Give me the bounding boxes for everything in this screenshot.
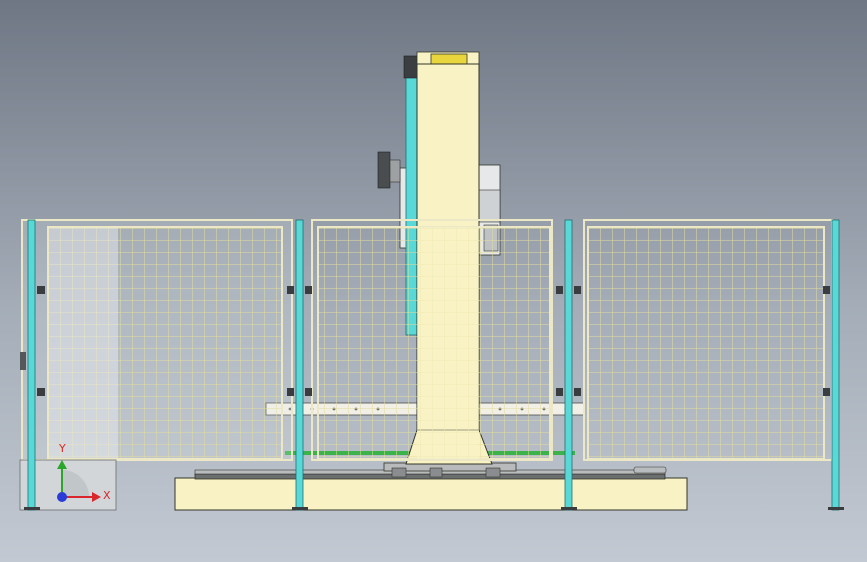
fence-panel-right <box>583 219 833 461</box>
fence-post <box>556 219 581 511</box>
cad-scene <box>19 51 844 511</box>
floor-bracket <box>633 466 667 474</box>
cad-viewport[interactable]: Y X <box>0 0 867 562</box>
fence-panel-left <box>21 219 293 461</box>
column-front-overlay <box>417 227 479 459</box>
axis-y-label: Y <box>59 442 66 455</box>
fence-post <box>823 219 844 511</box>
axis-x-label: X <box>103 489 111 502</box>
